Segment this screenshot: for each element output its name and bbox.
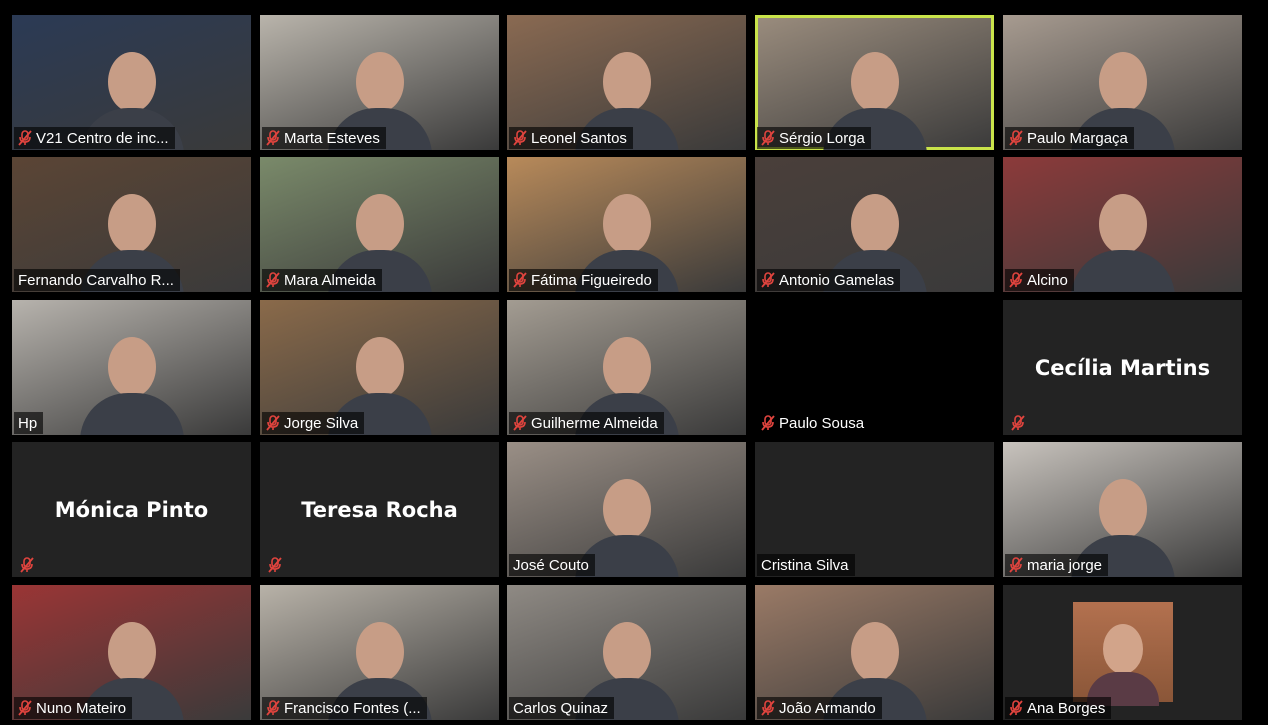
participant-tile[interactable]: Teresa Rocha bbox=[260, 442, 499, 577]
participant-tile[interactable]: Paulo Margaça bbox=[1003, 15, 1242, 150]
muted-microphone-icon bbox=[18, 700, 32, 716]
participant-nameplate: V21 Centro de inc... bbox=[14, 127, 175, 149]
participant-tile[interactable]: Carlos Quinaz bbox=[507, 585, 746, 720]
participant-nameplate: José Couto bbox=[509, 554, 595, 576]
participant-tile[interactable]: Jorge Silva bbox=[260, 300, 499, 435]
participant-name: Hp bbox=[18, 414, 38, 432]
muted-microphone-icon bbox=[761, 415, 775, 431]
muted-microphone-icon bbox=[1009, 272, 1023, 288]
participant-tile[interactable]: Fernando Carvalho R... bbox=[12, 157, 251, 292]
participant-display-name: Cecília Martins bbox=[1034, 355, 1211, 380]
participant-tile[interactable]: Cristina Silva bbox=[755, 442, 994, 577]
participant-tile[interactable]: Guilherme Almeida bbox=[507, 300, 746, 435]
participant-name: Fernando Carvalho R... bbox=[18, 271, 174, 289]
participant-name: V21 Centro de inc... bbox=[36, 129, 169, 147]
muted-microphone-icon bbox=[761, 700, 775, 716]
participant-tile[interactable]: Mara Almeida bbox=[260, 157, 499, 292]
participant-name: João Armando bbox=[779, 699, 876, 717]
participant-nameplate: Fátima Figueiredo bbox=[509, 269, 658, 291]
participant-name: Mara Almeida bbox=[284, 271, 376, 289]
muted-microphone-icon bbox=[761, 272, 775, 288]
participant-name: José Couto bbox=[513, 556, 589, 574]
muted-microphone-icon bbox=[266, 700, 280, 716]
muted-microphone-icon bbox=[18, 130, 32, 146]
participant-name: Fátima Figueiredo bbox=[531, 271, 652, 289]
participant-tile[interactable]: Leonel Santos bbox=[507, 15, 746, 150]
participant-nameplate: Sérgio Lorga bbox=[757, 127, 871, 149]
participant-name: Cristina Silva bbox=[761, 556, 849, 574]
participant-nameplate: João Armando bbox=[757, 697, 882, 719]
video-grid: V21 Centro de inc... Marta Esteves Leonel … bbox=[0, 0, 1268, 725]
participant-nameplate: Hp bbox=[14, 412, 44, 434]
participant-name: Francisco Fontes (... bbox=[284, 699, 421, 717]
participant-name: Sérgio Lorga bbox=[779, 129, 865, 147]
participant-name: Marta Esteves bbox=[284, 129, 380, 147]
participant-name: maria jorge bbox=[1027, 556, 1103, 574]
participant-video-feed bbox=[79, 323, 184, 435]
participant-name: Paulo Margaça bbox=[1027, 129, 1128, 147]
participant-tile[interactable]: Alcino bbox=[1003, 157, 1242, 292]
participant-name: Paulo Sousa bbox=[779, 414, 865, 432]
participant-tile[interactable]: Nuno Mateiro bbox=[12, 585, 251, 720]
participant-nameplate: Ana Borges bbox=[1005, 697, 1112, 719]
participant-nameplate: Fernando Carvalho R... bbox=[14, 269, 180, 291]
muted-microphone-icon bbox=[761, 130, 775, 146]
participant-tile[interactable]: Cecília Martins bbox=[1003, 300, 1242, 435]
participant-nameplate: Paulo Margaça bbox=[1005, 127, 1134, 149]
participant-profile-photo bbox=[1073, 602, 1173, 706]
muted-microphone-icon bbox=[20, 557, 34, 573]
participant-nameplate: Francisco Fontes (... bbox=[262, 697, 427, 719]
muted-microphone-icon bbox=[268, 557, 282, 573]
participant-nameplate: Leonel Santos bbox=[509, 127, 633, 149]
participant-tile[interactable]: Ana Borges bbox=[1003, 585, 1242, 720]
participant-nameplate: Marta Esteves bbox=[262, 127, 386, 149]
participant-tile[interactable]: Antonio Gamelas bbox=[755, 157, 994, 292]
muted-microphone-icon bbox=[1011, 415, 1025, 431]
muted-microphone-icon bbox=[513, 415, 527, 431]
muted-microphone-icon bbox=[266, 130, 280, 146]
muted-microphone-icon bbox=[513, 130, 527, 146]
participant-display-name: Teresa Rocha bbox=[301, 497, 458, 522]
participant-nameplate: maria jorge bbox=[1005, 554, 1109, 576]
participant-tile[interactable]: Fátima Figueiredo bbox=[507, 157, 746, 292]
participant-name: Carlos Quinaz bbox=[513, 699, 609, 717]
participant-tile[interactable]: Sérgio Lorga bbox=[755, 15, 994, 150]
participant-nameplate: Alcino bbox=[1005, 269, 1074, 291]
participant-tile[interactable]: João Armando bbox=[755, 585, 994, 720]
muted-microphone-icon bbox=[513, 272, 527, 288]
participant-name: Alcino bbox=[1027, 271, 1068, 289]
participant-tile[interactable]: V21 Centro de inc... bbox=[12, 15, 251, 150]
participant-tile[interactable]: Hp bbox=[12, 300, 251, 435]
participant-video-feed bbox=[1070, 180, 1175, 292]
muted-microphone-icon bbox=[1009, 557, 1023, 573]
participant-display-name: Mónica Pinto bbox=[54, 497, 209, 522]
participant-name: Jorge Silva bbox=[284, 414, 359, 432]
participant-nameplate: Antonio Gamelas bbox=[757, 269, 901, 291]
participant-nameplate: Mara Almeida bbox=[262, 269, 382, 291]
participant-nameplate: Cristina Silva bbox=[757, 554, 855, 576]
participant-name: Guilherme Almeida bbox=[531, 414, 658, 432]
participant-name: Ana Borges bbox=[1027, 699, 1106, 717]
participant-nameplate: Guilherme Almeida bbox=[509, 412, 664, 434]
participant-name: Nuno Mateiro bbox=[36, 699, 127, 717]
muted-microphone-icon bbox=[1009, 130, 1023, 146]
participant-name: Antonio Gamelas bbox=[779, 271, 895, 289]
muted-microphone-icon bbox=[266, 272, 280, 288]
participant-tile[interactable]: Mónica Pinto bbox=[12, 442, 251, 577]
participant-name: Leonel Santos bbox=[531, 129, 627, 147]
participant-tile[interactable]: José Couto bbox=[507, 442, 746, 577]
participant-tile[interactable]: maria jorge bbox=[1003, 442, 1242, 577]
muted-microphone-icon bbox=[1009, 700, 1023, 716]
participant-tile[interactable]: Francisco Fontes (... bbox=[260, 585, 499, 720]
participant-nameplate: Jorge Silva bbox=[262, 412, 365, 434]
participant-tile[interactable]: Paulo Sousa bbox=[755, 300, 994, 435]
participant-nameplate: Carlos Quinaz bbox=[509, 697, 615, 719]
participant-tile[interactable]: Marta Esteves bbox=[260, 15, 499, 150]
muted-microphone-icon bbox=[266, 415, 280, 431]
participant-nameplate: Nuno Mateiro bbox=[14, 697, 133, 719]
participant-nameplate: Paulo Sousa bbox=[757, 412, 871, 434]
